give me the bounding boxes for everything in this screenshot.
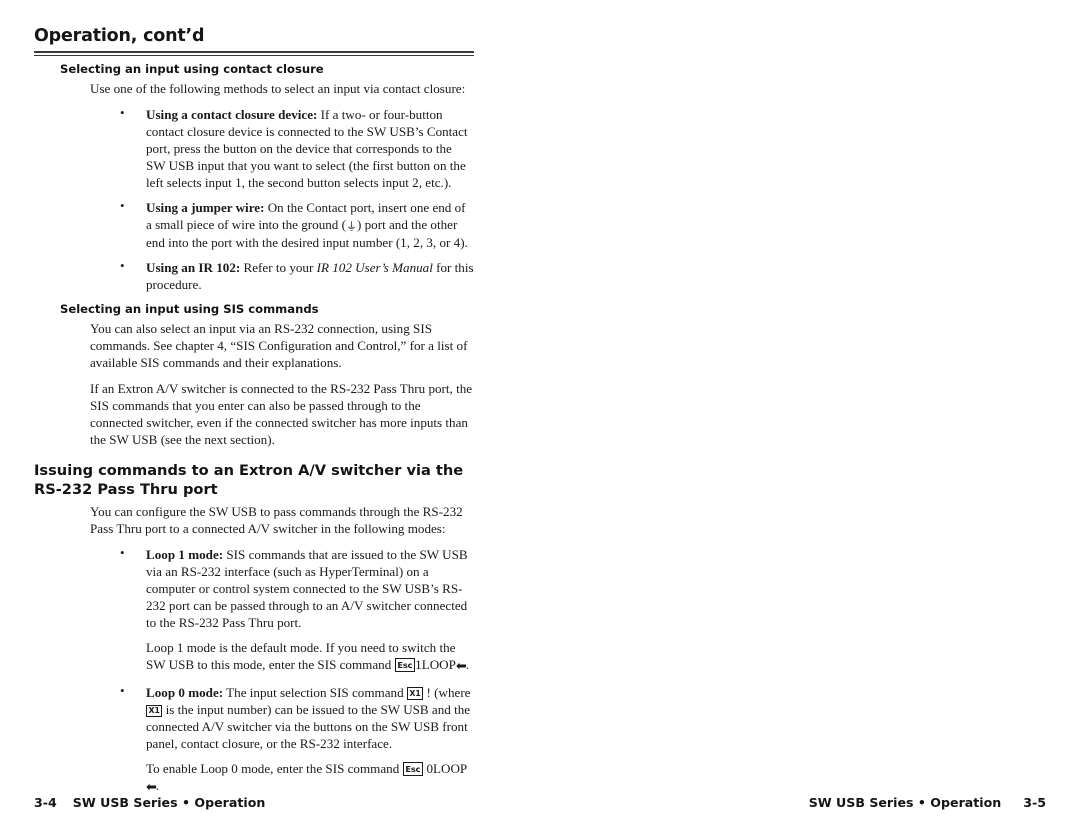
list-item-loop0-mode: • Loop 0 mode: The input selection SIS c… <box>34 683 474 797</box>
bullet-dot-icon: • <box>120 104 125 120</box>
page-title: Operation, cont’d <box>34 26 205 46</box>
bullet-lead: Loop 1 mode: <box>146 547 224 563</box>
enter-arrow-icon: ⬅ <box>455 659 467 675</box>
bullet-dot-icon: • <box>120 545 125 561</box>
bullet-text-before-italic: Refer to your <box>240 260 317 276</box>
manual-title: IR 102 User’s Manual <box>316 260 433 276</box>
bullet-dot-icon: • <box>120 683 125 699</box>
note-text-after-command: . <box>155 778 160 794</box>
esc-keycap-icon: Esc <box>402 762 424 776</box>
note-text-after-command: . <box>465 657 470 673</box>
running-head: Operation, cont’d <box>34 26 474 56</box>
footer-left: 3-4 SW USB Series • Operation <box>34 795 265 810</box>
header-rule-thick <box>34 51 474 54</box>
bullet-text-b: ! (where <box>423 685 471 701</box>
left-text-column: Selecting an input using contact closure… <box>34 62 474 806</box>
x1-variable-icon: X1 <box>406 687 424 700</box>
page-number-right: 3-5 <box>1023 795 1046 810</box>
footer-right: SW USB Series • Operation 3-5 <box>809 795 1046 810</box>
bullet-text-a: The input selection SIS command <box>223 685 407 701</box>
bullet-dot-icon: • <box>120 197 125 213</box>
command-text: 0LOOP <box>426 761 468 777</box>
bullet-lead: Using an IR 102: <box>146 260 241 276</box>
x1-variable-icon: X1 <box>146 704 163 717</box>
right-page: The following table summarizes the two l… <box>540 0 1080 834</box>
loop0-enable-note: To enable Loop 0 mode, enter the SIS com… <box>146 760 474 797</box>
bullet-text-c: is the input number) can be issued to th… <box>146 702 471 752</box>
paragraph-sis-commands-2: If an Extron A/V switcher is connected t… <box>90 381 473 448</box>
page-number-left: 3-4 <box>34 795 57 810</box>
bullet-lead: Using a contact closure device: <box>146 106 318 122</box>
footer-label-left: SW USB Series • Operation <box>72 795 266 810</box>
list-loop-modes: • Loop 1 mode: SIS commands that are iss… <box>34 545 474 797</box>
list-item: • Using an IR 102: Refer to your IR 102 … <box>34 258 474 293</box>
command-text: 1LOOP <box>415 657 456 673</box>
footer-label-right: SW USB Series • Operation <box>808 795 1002 810</box>
loop1-default-note: Loop 1 mode is the default mode. If you … <box>146 639 474 676</box>
ground-symbol-icon: ⏚ <box>345 219 357 233</box>
header-rule-thin <box>34 54 474 56</box>
bullet-dot-icon: • <box>120 258 125 274</box>
list-item: • Using a contact closure device: If a t… <box>34 104 474 191</box>
note-text-before-command: To enable Loop 0 mode, enter the SIS com… <box>146 761 403 777</box>
list-item: • Using a jumper wire: On the Contact po… <box>34 197 474 251</box>
heading-selecting-input-contact-closure: Selecting an input using contact closure <box>60 62 324 76</box>
bullet-lead: Loop 0 mode: <box>146 685 224 701</box>
list-contact-closure-methods: • Using a contact closure device: If a t… <box>34 104 474 293</box>
bullet-lead: Using a jumper wire: <box>146 199 265 215</box>
list-item-loop1-mode: • Loop 1 mode: SIS commands that are iss… <box>34 545 474 676</box>
paragraph-contact-closure-intro: Use one of the following methods to sele… <box>90 80 466 96</box>
left-page: Operation, cont’d Selecting an input usi… <box>0 0 540 834</box>
paragraph-pass-thru-intro: You can configure the SW USB to pass com… <box>90 504 463 537</box>
paragraph-sis-commands-1: You can also select an input via an RS-2… <box>90 321 468 371</box>
heading-issuing-commands-pass-thru: Issuing commands to an Extron A/V switch… <box>34 462 464 499</box>
heading-selecting-input-sis-commands: Selecting an input using SIS commands <box>60 302 319 317</box>
esc-keycap-icon: Esc <box>394 658 416 672</box>
page-spread: Operation, cont’d Selecting an input usi… <box>0 0 1080 834</box>
